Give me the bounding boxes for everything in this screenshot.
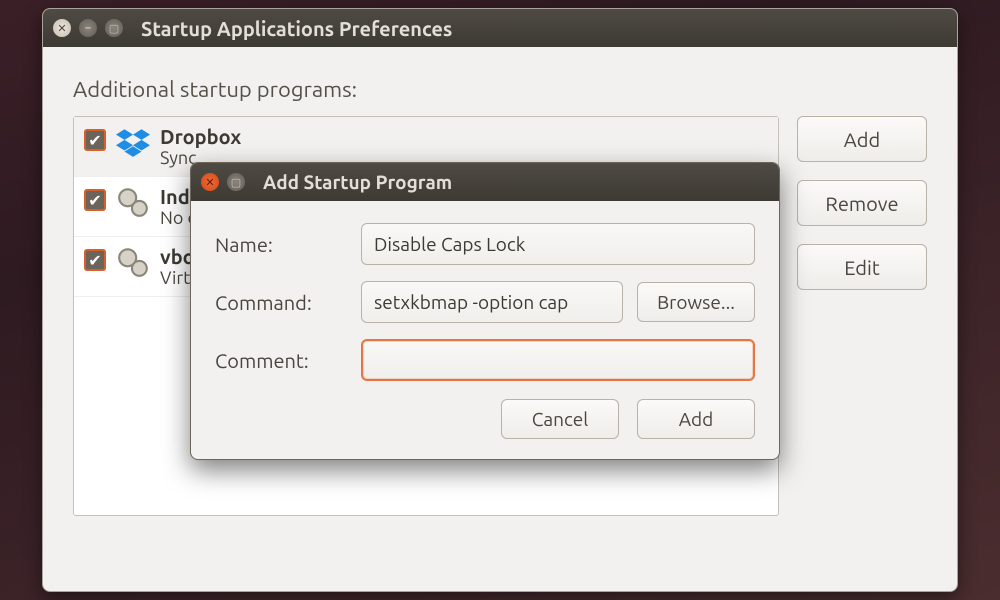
command-label: Command: [215, 291, 347, 314]
remove-button[interactable]: Remove [797, 180, 927, 226]
dialog-body: Name: Command: Browse... Comment: [191, 201, 779, 399]
dialog-titlebar: ✕ ▢ Add Startup Program [191, 163, 779, 201]
side-buttons: Add Remove Edit [797, 116, 927, 516]
checkbox[interactable]: ✔ [84, 129, 106, 151]
dialog-title: Add Startup Program [263, 171, 452, 193]
checkbox[interactable]: ✔ [84, 189, 106, 211]
browse-button[interactable]: Browse... [637, 282, 755, 322]
maximize-icon[interactable]: ▢ [227, 173, 245, 191]
check-glyph: ✔ [88, 131, 101, 150]
maximize-glyph: ▢ [109, 22, 119, 35]
edit-button[interactable]: Edit [797, 244, 927, 290]
dropbox-icon [116, 125, 150, 159]
add-button[interactable]: Add [797, 116, 927, 162]
check-glyph: ✔ [88, 191, 101, 210]
close-glyph: ✕ [57, 22, 66, 35]
prefs-title: Startup Applications Preferences [141, 17, 452, 40]
minimize-glyph: – [85, 22, 91, 34]
gears-icon [116, 245, 150, 279]
minimize-icon[interactable]: – [79, 19, 97, 37]
name-field[interactable] [361, 223, 755, 265]
command-field[interactable] [361, 281, 623, 323]
add-startup-dialog: ✕ ▢ Add Startup Program Name: Command: B… [190, 162, 780, 460]
add-confirm-button[interactable]: Add [637, 399, 755, 439]
gears-icon [116, 185, 150, 219]
close-icon[interactable]: ✕ [53, 19, 71, 37]
prefs-titlebar: ✕ – ▢ Startup Applications Preferences [43, 9, 957, 47]
close-icon[interactable]: ✕ [201, 173, 219, 191]
check-glyph: ✔ [88, 251, 101, 270]
maximize-glyph: ▢ [231, 176, 241, 189]
cancel-button[interactable]: Cancel [501, 399, 619, 439]
section-label: Additional startup programs: [73, 77, 927, 102]
item-name: Dropbox [160, 125, 241, 148]
comment-field[interactable] [361, 339, 755, 381]
name-label: Name: [215, 233, 347, 256]
dialog-actions: Cancel Add [191, 399, 779, 459]
checkbox[interactable]: ✔ [84, 249, 106, 271]
close-glyph: ✕ [205, 176, 214, 189]
maximize-icon[interactable]: ▢ [105, 19, 123, 37]
comment-label: Comment: [215, 349, 347, 372]
